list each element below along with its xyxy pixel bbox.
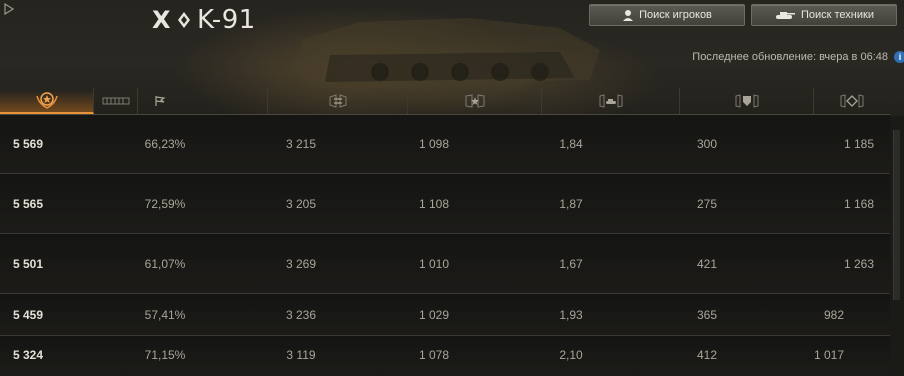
- rating-cell: 5 324: [13, 348, 44, 362]
- rating-cell: 5 569: [13, 137, 44, 151]
- experience-cell: 1 108: [418, 196, 450, 211]
- damage-exchange-icon: [329, 94, 346, 108]
- table-row[interactable]: 5 501 61,07% 3 269 1 010 1,67 421 1 263: [0, 234, 890, 294]
- blocked-cell: 1 263: [843, 256, 874, 271]
- rating-cell: 5 501: [13, 256, 44, 271]
- damage-cell: 3 236: [285, 307, 317, 322]
- medium-tank-class-icon: [178, 12, 191, 28]
- damage-cell: 3 215: [285, 137, 317, 151]
- back-arrow-icon[interactable]: [2, 2, 16, 16]
- winrate-cell: 66,23%: [144, 137, 186, 151]
- frags-cell: 1,93: [559, 307, 583, 322]
- frags-cell: 1,87: [559, 196, 583, 211]
- last-update-text: Последнее обновление: вчера в 06:48: [692, 51, 888, 63]
- table-row[interactable]: 5 459 57,41% 3 236 1 029 1,93 365 982: [0, 294, 890, 336]
- table-row[interactable]: 5 324 71,15% 3 119 1 078 2,10 412 1 017: [0, 336, 890, 374]
- winrate-cell: 72,59%: [144, 196, 186, 211]
- column-header-winrate[interactable]: [138, 88, 268, 114]
- spotting-shield-icon: [735, 94, 758, 108]
- vehicle-title: X K-91: [152, 4, 256, 36]
- column-header-experience[interactable]: [408, 88, 542, 114]
- column-header-blocked[interactable]: [814, 88, 890, 114]
- blocked-armor-icon: [840, 94, 864, 108]
- search-players-button[interactable]: Поиск игроков: [589, 4, 745, 26]
- table-row[interactable]: 5 565 72,59% 3 205 1 108 1,87 275 1 168: [0, 174, 890, 234]
- info-icon[interactable]: i: [894, 51, 904, 63]
- spotting-cell: 300: [696, 137, 718, 151]
- winrate-cell: 71,15%: [144, 348, 186, 362]
- search-vehicles-label: Поиск техники: [800, 9, 874, 21]
- player-icon: [623, 10, 634, 21]
- blocked-cell: 1 185: [843, 137, 874, 151]
- tank-icon: [775, 12, 795, 19]
- tier-label: X: [152, 6, 172, 34]
- column-header-frags[interactable]: [542, 88, 680, 114]
- battles-bars-icon: [102, 97, 129, 105]
- scrollbar[interactable]: [893, 130, 900, 300]
- column-header-rating[interactable]: [0, 88, 94, 114]
- blocked-cell: 1 168: [843, 196, 874, 211]
- table-row[interactable]: 5 569 66,23% 3 215 1 098 1,84 300 1 185: [0, 115, 890, 174]
- rating-cell: 5 565: [13, 196, 44, 211]
- spotting-cell: 365: [696, 307, 718, 322]
- rating-table: 5 569 66,23% 3 215 1 098 1,84 300 1 185 …: [0, 115, 890, 374]
- frags-tank-icon: [599, 94, 622, 108]
- spotting-cell: 275: [696, 196, 718, 211]
- blocked-cell: 1 017: [813, 348, 844, 362]
- column-header-spotting[interactable]: [680, 88, 814, 114]
- frags-cell: 1,67: [559, 256, 583, 271]
- rating-medal-icon: [35, 92, 58, 109]
- winrate-cell: 57,41%: [144, 307, 186, 322]
- damage-cell: 3 205: [285, 196, 317, 211]
- experience-cell: 1 078: [418, 348, 450, 362]
- damage-cell: 3 119: [286, 348, 316, 362]
- spotting-cell: 421: [696, 256, 718, 271]
- vehicle-name: K-91: [197, 5, 256, 35]
- table-header: [0, 88, 890, 115]
- column-header-battles[interactable]: [94, 88, 138, 114]
- column-header-damage[interactable]: [268, 88, 408, 114]
- experience-cell: 1 029: [418, 307, 450, 322]
- experience-cell: 1 098: [418, 137, 450, 151]
- winrate-cell: 61,07%: [144, 256, 186, 271]
- experience-star-icon: [465, 94, 484, 108]
- search-players-label: Поиск игроков: [639, 9, 712, 21]
- spotting-cell: 412: [696, 348, 718, 362]
- experience-cell: 1 010: [418, 256, 450, 271]
- rating-cell: 5 459: [13, 307, 44, 322]
- victory-flag-icon: [155, 96, 166, 106]
- damage-cell: 3 269: [285, 256, 317, 271]
- frags-cell: 1,84: [559, 137, 583, 151]
- search-vehicles-button[interactable]: Поиск техники: [751, 4, 897, 26]
- frags-cell: 2,10: [559, 348, 583, 362]
- blocked-cell: 982: [823, 307, 844, 322]
